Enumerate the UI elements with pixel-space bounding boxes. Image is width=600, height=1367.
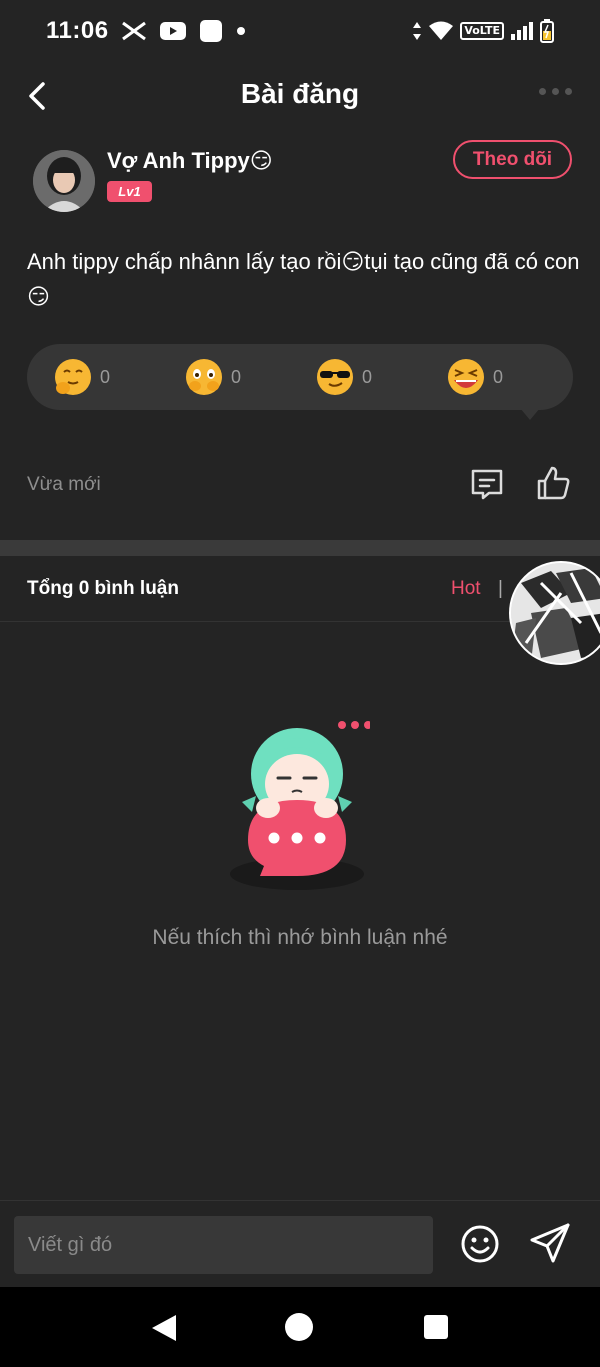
volte-badge: VoLTE (460, 22, 504, 40)
reaction-sunglasses[interactable]: 0 (314, 344, 372, 410)
page-title: Bài đăng (240, 78, 360, 109)
comment-icon[interactable] (469, 466, 505, 502)
shushing-face-icon (55, 359, 91, 395)
wifi-icon (429, 21, 454, 40)
comments-total: Tổng 0 bình luận (27, 578, 179, 599)
reaction-shushing[interactable]: 0 (52, 344, 110, 410)
reaction-crying[interactable]: 0 (183, 344, 241, 410)
reaction-count: 0 (493, 366, 504, 387)
sort-divider: | (498, 578, 503, 599)
post-meta: Vừa mới (0, 460, 600, 510)
youtube-icon (159, 22, 186, 40)
reaction-count: 0 (362, 366, 373, 387)
follow-button[interactable]: Theo dõi (453, 140, 572, 179)
emoji-icon[interactable] (459, 1223, 501, 1265)
laughing-face-icon (448, 359, 484, 395)
empty-comments-message: Nếu thích thì nhớ bình luận nhé (152, 926, 448, 949)
more-options-icon[interactable] (539, 88, 572, 95)
level-badge: Lv1 (107, 181, 152, 202)
status-notification-icons (121, 19, 247, 43)
reaction-count: 0 (100, 366, 111, 387)
reaction-bar: 0 0 0 0 (27, 344, 573, 410)
crying-face-icon (186, 359, 222, 395)
nav-recents-icon[interactable] (424, 1315, 448, 1339)
post-author: Vợ Anh Tippy😏 Lv1 Theo dõi (0, 140, 600, 220)
system-navigation-bar (0, 1287, 600, 1367)
reaction-count: 0 (231, 366, 242, 387)
comment-composer (0, 1200, 600, 1286)
data-arrows-icon (413, 22, 422, 40)
post-timestamp: Vừa mới (27, 474, 101, 495)
sort-hot-tab[interactable]: Hot (451, 578, 481, 600)
signal-icon (511, 22, 533, 40)
author-name[interactable]: Vợ Anh Tippy😏 (107, 148, 273, 174)
send-icon[interactable] (528, 1221, 572, 1265)
notification-dot-icon (236, 27, 245, 35)
like-thumb-icon[interactable] (534, 464, 572, 502)
app-icon (199, 20, 222, 42)
status-bar: 11:06 VoLTE (0, 0, 600, 62)
sunglasses-face-icon (317, 359, 353, 395)
status-system-icons: VoLTE (412, 19, 554, 43)
reaction-laughing[interactable]: 0 (445, 344, 503, 410)
battery-icon (540, 19, 554, 43)
comment-input[interactable] (14, 1216, 433, 1274)
status-time: 11:06 (46, 17, 109, 44)
author-avatar[interactable] (33, 150, 95, 212)
reaction-bar-tail (520, 408, 540, 420)
nav-home-icon[interactable] (285, 1313, 313, 1341)
nav-back-icon[interactable] (150, 1313, 178, 1343)
post-content: Anh tippy chấp nhânn lấy tạo rồi😏tụi tạo… (27, 249, 580, 309)
top-app-bar: Bài đăng (0, 62, 600, 128)
section-divider (0, 540, 600, 556)
floating-chat-head[interactable] (509, 561, 600, 665)
empty-comments-illustration (230, 721, 370, 890)
capcut-icon (121, 21, 146, 41)
